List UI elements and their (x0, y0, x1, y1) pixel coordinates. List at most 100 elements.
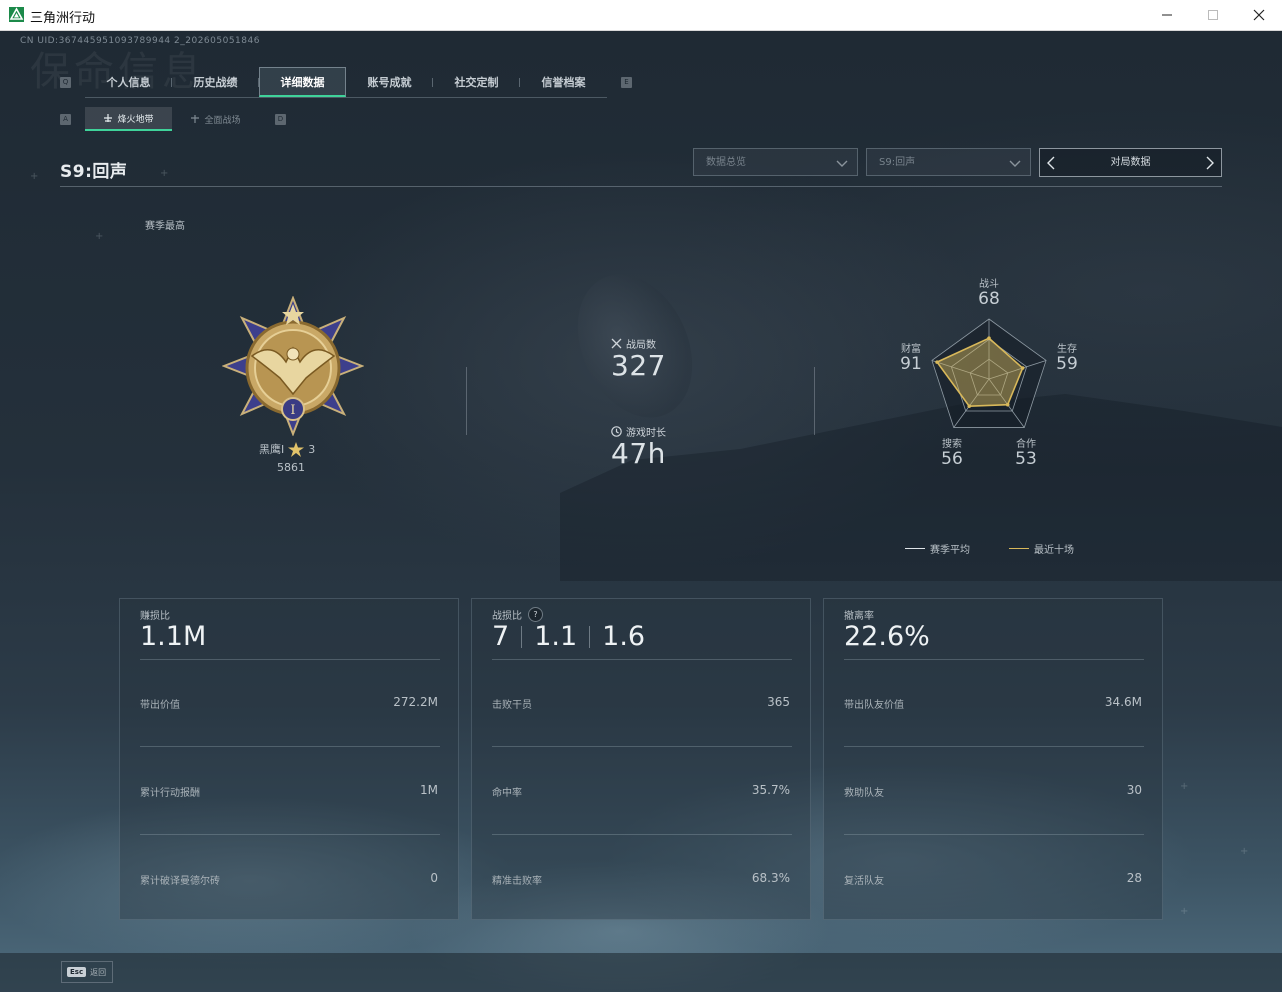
card-divider (492, 834, 792, 835)
chevron-right-icon[interactable] (1204, 156, 1216, 170)
radar-point (967, 404, 972, 408)
card-main-value: 1.1M (140, 621, 207, 652)
header-divider (60, 186, 1222, 187)
maximize-icon (1208, 10, 1218, 20)
crossed-swords-icon (611, 338, 622, 349)
row-value: 28 (1126, 871, 1142, 885)
minimize-icon (1162, 14, 1172, 16)
card-divider (140, 834, 440, 835)
subtab-next-key-hint[interactable]: D (275, 114, 286, 125)
row-label: 复活队友 (844, 876, 884, 887)
rank-score: 5861 (277, 461, 305, 474)
help-icon[interactable]: ? (528, 607, 543, 622)
card-divider (140, 659, 440, 660)
close-icon (1253, 9, 1265, 21)
match-data-switcher[interactable]: 对局数据 (1039, 148, 1222, 177)
window-title: 三角洲行动 (30, 11, 96, 26)
matches-value: 327 (611, 349, 666, 382)
divider (466, 367, 467, 435)
rank-name: 黑鹰I (259, 443, 285, 456)
season-best-label: 赛季最高 (145, 221, 185, 232)
chevron-left-icon[interactable] (1045, 156, 1057, 170)
back-button[interactable]: Esc 返回 (61, 961, 113, 983)
kd-value-1: 7 (492, 621, 510, 652)
close-button[interactable] (1236, 0, 1282, 30)
row-label: 命中率 (492, 788, 522, 799)
row-value: 272.2M (393, 695, 438, 709)
tab-credit-archive[interactable]: 信誉档案 (520, 67, 607, 97)
card-title: 赚损比 (140, 611, 170, 622)
card-divider (844, 659, 1144, 660)
tab-next-key-hint[interactable]: E (621, 77, 632, 88)
game-main-panel: 保命信息 CN UID:367445951093789944 2_2026050… (0, 31, 1282, 992)
row-label: 带出价值 (140, 700, 180, 711)
tab-achievements[interactable]: 账号成就 (346, 67, 433, 97)
deco-cross: + (95, 231, 104, 242)
card-title-row: 战损比 ? (492, 607, 543, 622)
chevron-down-icon (1009, 160, 1021, 167)
card-main-values: 7 1.1 1.6 (492, 621, 645, 652)
row-value: 34.6M (1104, 695, 1142, 709)
card-divider (140, 746, 440, 747)
kd-value-3: 1.6 (602, 621, 646, 652)
operations-mode-icon (104, 114, 113, 122)
card-profit-loss: 赚损比 1.1M 带出价值 272.2M 累计行动报酬 1M 累计破译曼德尔砖 … (119, 598, 459, 920)
legend-recent-ten: 最近十场 (1009, 541, 1074, 556)
subtab-prev-key-hint[interactable]: A (60, 114, 71, 125)
clock-icon (611, 426, 622, 437)
radar-point (1005, 402, 1010, 407)
rank-stars: 3 (308, 442, 316, 456)
tab-history[interactable]: 历史战绩 (172, 67, 259, 97)
legend-swatch (905, 548, 925, 549)
minimize-button[interactable] (1144, 0, 1190, 30)
radar-value-combat: 68 (978, 289, 1000, 309)
deco-cross: + (30, 171, 39, 182)
row-value: 35.7% (751, 783, 790, 797)
tab-prev-key-hint[interactable]: Q (60, 77, 71, 88)
mode-subtabs: 烽火地带 全面战场 (85, 107, 259, 131)
radar-point (1020, 366, 1025, 370)
app-logo-icon (9, 7, 24, 22)
radar-chart (931, 318, 1047, 428)
rank-badge-icon: I (222, 296, 364, 436)
footer-bar: Esc 返回 (0, 953, 1282, 992)
row-value: 1M (420, 783, 438, 797)
card-divider (844, 834, 1144, 835)
radar-value-cooperation: 53 (1015, 449, 1037, 469)
data-summary-dropdown[interactable]: 数据总览 (693, 148, 858, 176)
rank-name-row: 黑鹰I 3 (259, 441, 315, 457)
tab-detailed-data[interactable]: 详细数据 (259, 67, 346, 97)
row-value: 0 (430, 871, 438, 885)
subtab-operations[interactable]: 烽火地带 (85, 107, 172, 131)
back-label: 返回 (90, 967, 107, 977)
star-icon (288, 441, 305, 457)
row-label: 击败干员 (492, 700, 532, 711)
playtime-value: 47h (611, 437, 666, 470)
row-label: 带出队友价值 (844, 700, 904, 711)
radar-label-combat: 战斗 (979, 279, 999, 290)
esc-key-hint: Esc (67, 967, 87, 977)
subtab-warfare[interactable]: 全面战场 (172, 107, 259, 131)
radar-value-search: 56 (941, 449, 963, 469)
radar-point (935, 360, 939, 364)
season-dropdown[interactable]: S9:回声 (866, 148, 1031, 176)
season-title: S9:回声 (60, 162, 128, 182)
chevron-down-icon (836, 160, 848, 167)
card-divider (492, 659, 792, 660)
row-label: 精准击败率 (492, 876, 542, 887)
maximize-button[interactable] (1190, 0, 1236, 30)
card-divider (492, 746, 792, 747)
window-titlebar: 三角洲行动 (0, 0, 1282, 31)
card-main-value: 22.6% (844, 621, 930, 652)
main-tabs: 个人信息 历史战绩 详细数据 账号成就 社交定制 信誉档案 (85, 67, 607, 98)
tab-personal-info[interactable]: 个人信息 (85, 67, 172, 97)
legend-season-average: 赛季平均 (905, 541, 970, 556)
row-value: 30 (1126, 783, 1142, 797)
warfare-mode-icon (191, 115, 200, 123)
deco-cross: + (160, 168, 169, 179)
divider (814, 367, 815, 435)
legend-swatch (1009, 548, 1029, 549)
deco-cross: + (1240, 846, 1249, 857)
tab-social-customize[interactable]: 社交定制 (433, 67, 520, 97)
radar-point (987, 336, 991, 340)
